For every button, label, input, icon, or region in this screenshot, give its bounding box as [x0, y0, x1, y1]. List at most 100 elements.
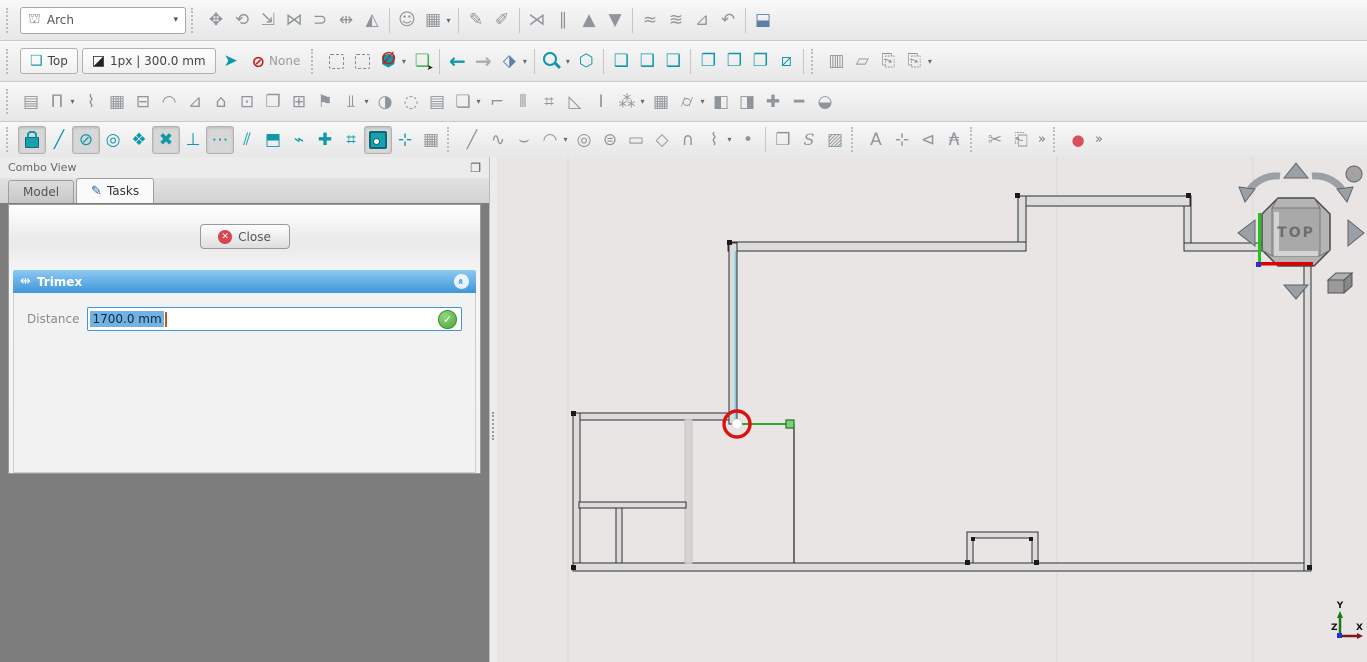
draft-polygon-icon[interactable]: ◇	[649, 127, 675, 153]
edge-node-handle[interactable]	[786, 420, 794, 428]
arch-fence-icon[interactable]: ⌗	[536, 89, 562, 115]
toggle-snap-icon[interactable]: ⬢∅	[375, 48, 401, 74]
floor-plan-interior-walls[interactable]	[579, 420, 794, 563]
arch-window-icon[interactable]: ⊟	[130, 89, 156, 115]
arch-section-plane-icon[interactable]: ⊡	[234, 89, 260, 115]
draft-flip-direction-icon[interactable]: ↶	[715, 7, 741, 33]
tab-tasks[interactable]: ✎ Tasks	[76, 178, 154, 203]
arch-structure-icon[interactable]: Π	[44, 89, 70, 115]
autogroup-arrow-icon[interactable]: ➤	[218, 48, 244, 74]
snap-angle-icon[interactable]: ❖	[126, 127, 152, 153]
navigation-cube[interactable]: TOP	[1238, 163, 1364, 299]
autogroup-selector[interactable]: ⊘ None	[252, 52, 301, 71]
draft-clone-icon[interactable]: ☺	[394, 7, 420, 33]
annotation-styles-icon[interactable]: ₳	[941, 127, 967, 153]
snap-endpoint-icon[interactable]: ╱	[46, 127, 72, 153]
view-front-icon[interactable]: ❑	[608, 48, 634, 74]
arch-material-icon[interactable]: ⁂	[614, 89, 640, 115]
snap-lock-icon[interactable]	[18, 126, 46, 154]
fit-all-icon[interactable]: ⬗	[496, 48, 522, 74]
snap-midpoint-icon[interactable]: ⊘	[72, 126, 100, 154]
draft-rectangle-icon[interactable]: ▭	[623, 127, 649, 153]
toggle-grid-icon[interactable]: ▦	[418, 127, 444, 153]
arch-axis-icon[interactable]: ◑	[372, 89, 398, 115]
snap-ortho-icon[interactable]: ✚	[312, 127, 338, 153]
arch-stairs-icon[interactable]: ▤	[424, 89, 450, 115]
snap-perpendicular-icon[interactable]: ⊥	[180, 127, 206, 153]
share-icon[interactable]: ⎘	[901, 48, 927, 74]
draft-shapestring-icon[interactable]: S	[796, 127, 822, 153]
cut-icon[interactable]: ✂	[982, 127, 1008, 153]
viewport-3d[interactable]: TOP	[497, 157, 1367, 662]
arch-dome-icon[interactable]: ◠	[156, 89, 182, 115]
draft-bspline-icon[interactable]: ∩	[675, 127, 701, 153]
view-top-icon[interactable]: ❑	[634, 48, 660, 74]
close-task-button[interactable]: ✕ Close	[200, 224, 290, 249]
draft-line-icon[interactable]: ╱	[459, 127, 485, 153]
draft-arc-icon[interactable]: ◠	[537, 127, 563, 153]
arch-survey-icon[interactable]: ◒	[812, 89, 838, 115]
snap-working-plane-icon[interactable]	[364, 126, 392, 154]
arch-add-component-icon[interactable]: ✚	[760, 89, 786, 115]
draft-mirror-icon[interactable]: ⋈	[281, 7, 307, 33]
workbench-selector[interactable]: ⛫︎ Arch ▾	[20, 7, 186, 34]
snap-grid-icon[interactable]: ⌗	[338, 127, 364, 153]
view-left-icon[interactable]: ❐	[747, 48, 773, 74]
draft-trimex-icon[interactable]: ⇹	[333, 7, 359, 33]
arch-panel-icon[interactable]: ❏	[450, 89, 476, 115]
toolbar-extend-icon[interactable]: »	[1034, 127, 1050, 153]
arch-frame-icon[interactable]: ⫴	[510, 89, 536, 115]
arch-cut-plane-icon[interactable]: ◧	[708, 89, 734, 115]
arch-cut-with-line-icon[interactable]: ◨	[734, 89, 760, 115]
toolbar-grip[interactable]	[1053, 127, 1060, 152]
tab-model[interactable]: Model	[8, 180, 74, 203]
arch-fixture-icon[interactable]: ⫫	[338, 89, 364, 115]
draft-scale-icon[interactable]: ⇲	[255, 7, 281, 33]
snap-near-icon[interactable]: ⌁	[286, 127, 312, 153]
box-element-selection-icon[interactable]	[349, 48, 375, 74]
toolbar-extend-2-icon[interactable]: »	[1091, 127, 1107, 153]
draft-fillet-icon[interactable]: ⌣	[511, 127, 537, 153]
navigate-forward-icon[interactable]: →	[470, 48, 496, 74]
macro-record-icon[interactable]: ●	[1065, 127, 1091, 153]
draft-slope-icon[interactable]: ⊿	[689, 7, 715, 33]
arch-window-grid-icon[interactable]: ⊞	[286, 89, 312, 115]
snap-extension-icon[interactable]: ⋯	[206, 126, 234, 154]
draft-offset-icon[interactable]: ⊃	[307, 7, 333, 33]
draft-hatch-icon[interactable]: ▨	[822, 127, 848, 153]
draft-wire-to-bspline-icon[interactable]: ≈	[637, 7, 663, 33]
arch-roof-icon[interactable]: ⊿	[182, 89, 208, 115]
floor-plan-walls[interactable]	[573, 196, 1311, 571]
draft-downgrade-icon[interactable]: ▼	[602, 7, 628, 33]
line-style-button[interactable]: ◪ 1px | 300.0 mm	[82, 48, 216, 74]
open-folder-icon[interactable]: ▱	[849, 48, 875, 74]
navigate-back-icon[interactable]: ←	[444, 48, 470, 74]
toolbar-grip[interactable]	[191, 8, 198, 33]
arch-axis-system-icon[interactable]: ◌	[398, 89, 424, 115]
draft-text-icon[interactable]: A	[863, 127, 889, 153]
box-selection-icon[interactable]	[323, 48, 349, 74]
toolbar-grip[interactable]	[851, 127, 858, 152]
draft-wire-icon[interactable]: ∿	[485, 127, 511, 153]
arch-equipment-icon[interactable]: ⌐	[484, 89, 510, 115]
measure-distance-icon[interactable]: ⧄	[773, 48, 799, 74]
draft-stretch-icon[interactable]: ◭	[359, 7, 385, 33]
arch-building-icon[interactable]: ⌂	[208, 89, 234, 115]
draft-split-icon[interactable]: ∥	[550, 7, 576, 33]
arch-pipe-icon[interactable]: ⌭	[674, 89, 700, 115]
draft-rotate-icon[interactable]: ⟲	[229, 7, 255, 33]
collapse-section-button[interactable]: »	[454, 274, 469, 289]
draft-subelement-highlight-icon[interactable]: ✐	[489, 7, 515, 33]
axonometric-view-icon[interactable]: ⬡	[573, 48, 599, 74]
draft-dimension-icon[interactable]: ⊹	[889, 127, 915, 153]
arch-rebar-icon[interactable]: ⌇	[78, 89, 104, 115]
draft-label-icon[interactable]: ⊲	[915, 127, 941, 153]
draft-join-icon[interactable]: ⋊	[524, 7, 550, 33]
draft-shape2dview-icon[interactable]: ⬓	[750, 7, 776, 33]
snap-dimensions-icon[interactable]: ⊹	[392, 127, 418, 153]
view-rear-icon[interactable]: ❐	[695, 48, 721, 74]
draft-array-icon[interactable]: ▦	[420, 7, 446, 33]
view-right-icon[interactable]: ❑	[660, 48, 686, 74]
draft-edit-curve-icon[interactable]: ≋	[663, 7, 689, 33]
toolbar-grip[interactable]	[6, 8, 13, 33]
